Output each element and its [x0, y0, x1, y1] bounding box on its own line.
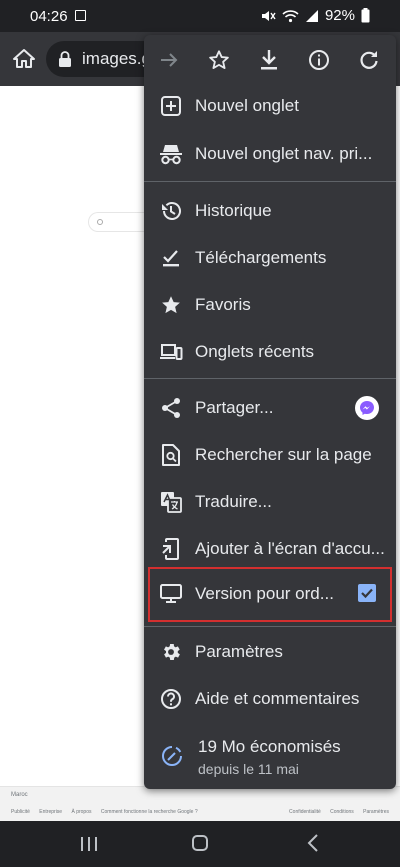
- forward-icon[interactable]: [157, 48, 181, 72]
- bookmark-star-icon[interactable]: [207, 48, 231, 72]
- download-icon[interactable]: [257, 48, 281, 72]
- image-icon: [75, 10, 86, 21]
- footer-link-privacy[interactable]: Confidentialité: [289, 809, 321, 815]
- plus-box-icon: [159, 94, 183, 118]
- footer-links: Publicité Entreprise À propos Comment fo…: [11, 809, 206, 815]
- menu-item-label: Aide et commentaires: [195, 689, 360, 708]
- menu-item-label: Favoris: [195, 295, 251, 314]
- battery-icon: [361, 8, 370, 23]
- help-icon: [159, 687, 183, 711]
- menu-item-label: Historique: [195, 201, 272, 220]
- back-icon[interactable]: [306, 833, 320, 853]
- footer-link-business[interactable]: Entreprise: [39, 809, 62, 815]
- menu-item-settings[interactable]: Paramètres: [144, 629, 396, 675]
- home-icon[interactable]: [12, 47, 36, 71]
- menu-item-label: Partager...: [195, 398, 274, 417]
- footer-right-links: Confidentialité Conditions Paramètres: [281, 809, 389, 815]
- menu-item-help[interactable]: Aide et commentaires: [144, 676, 396, 722]
- menu-item-bookmarks[interactable]: Favoris: [144, 282, 396, 328]
- status-time: 04:26: [30, 8, 68, 25]
- reload-icon[interactable]: [357, 48, 381, 72]
- data-savings-since: depuis le 11 mai: [198, 761, 299, 777]
- footer-link-about[interactable]: À propos: [71, 809, 91, 815]
- menu-divider: [144, 181, 396, 182]
- android-nav-bar: [0, 821, 400, 867]
- menu-item-label: Paramètres: [195, 642, 283, 661]
- menu-item-recent-tabs[interactable]: Onglets récents: [144, 329, 396, 375]
- add-to-home-icon: [159, 537, 183, 561]
- incognito-icon: [159, 142, 183, 166]
- menu-item-label: Rechercher sur la page: [195, 445, 372, 464]
- mute-icon: [261, 10, 276, 21]
- footer-link-ads[interactable]: Publicité: [11, 809, 30, 815]
- menu-item-add-to-home[interactable]: Ajouter à l'écran d'accu...: [144, 526, 396, 572]
- menu-item-label: Traduire...: [195, 492, 272, 511]
- menu-item-translate[interactable]: Traduire...: [144, 479, 396, 525]
- downloads-check-icon: [159, 246, 183, 270]
- share-icon: [159, 396, 183, 420]
- nav-home-icon[interactable]: [192, 835, 208, 851]
- messenger-icon[interactable]: [355, 396, 379, 420]
- find-in-page-icon: [159, 443, 183, 467]
- menu-item-label: Onglets récents: [195, 342, 315, 361]
- menu-item-share[interactable]: Partager...: [144, 385, 396, 431]
- footer-country: Maroc: [11, 792, 28, 798]
- menu-item-label: Téléchargements: [195, 248, 327, 267]
- star-icon: [159, 293, 183, 317]
- page-search-box[interactable]: [88, 212, 148, 232]
- overflow-menu: Nouvel onglet Nouvel onglet nav. pri... …: [144, 35, 396, 789]
- recents-icon[interactable]: [80, 836, 98, 852]
- wifi-icon: [282, 9, 299, 22]
- lock-icon: [59, 51, 71, 67]
- data-savings-amount[interactable]: 19 Mo économisés: [198, 737, 341, 757]
- gear-icon: [159, 640, 183, 664]
- menu-action-bar: [144, 35, 396, 85]
- footer-link-settings[interactable]: Paramètres: [363, 809, 389, 815]
- menu-item-new-tab[interactable]: Nouvel onglet: [144, 83, 396, 129]
- status-bar: 04:26 92%: [0, 0, 400, 32]
- footer-link-how-search-works[interactable]: Comment fonctionne la recherche Google ?: [101, 809, 198, 815]
- menu-item-label: Nouvel onglet: [195, 96, 299, 115]
- battery-percent: 92%: [324, 7, 355, 24]
- menu-item-find-in-page[interactable]: Rechercher sur la page: [144, 432, 396, 478]
- highlight-frame: [148, 567, 392, 622]
- devices-icon: [159, 340, 183, 364]
- translate-icon: [159, 490, 183, 514]
- status-icons: 92%: [260, 7, 370, 24]
- menu-item-label: Ajouter à l'écran d'accu...: [195, 539, 385, 558]
- search-icon: [97, 219, 103, 225]
- menu-item-history[interactable]: Historique: [144, 188, 396, 234]
- signal-icon: [305, 9, 318, 22]
- menu-divider: [144, 626, 396, 627]
- menu-divider: [144, 378, 396, 379]
- menu-item-new-incognito-tab[interactable]: Nouvel onglet nav. pri...: [144, 131, 396, 177]
- data-saver-icon: [162, 746, 182, 766]
- history-icon: [159, 199, 183, 223]
- page-footer: Maroc Publicité Entreprise À propos Comm…: [0, 786, 400, 821]
- info-icon[interactable]: [307, 48, 331, 72]
- footer-link-terms[interactable]: Conditions: [330, 809, 354, 815]
- menu-item-label: Nouvel onglet nav. pri...: [195, 144, 373, 163]
- menu-item-downloads[interactable]: Téléchargements: [144, 235, 396, 281]
- url-text: images.g: [82, 49, 151, 68]
